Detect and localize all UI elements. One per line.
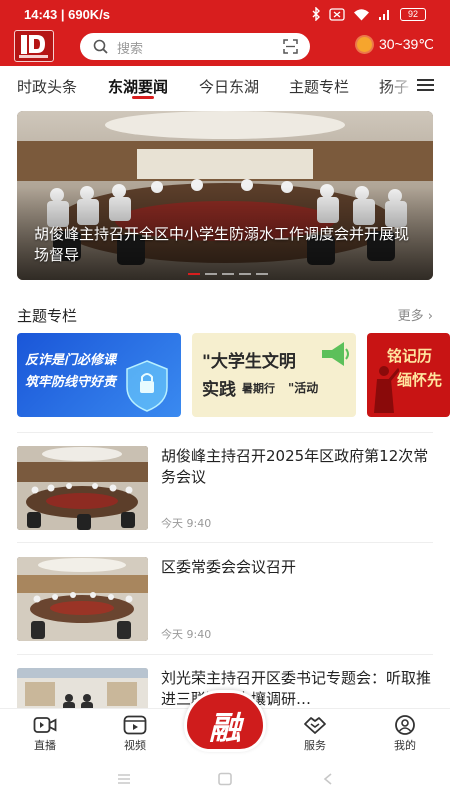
topic-card-line: 实践 (202, 380, 236, 400)
battery-indicator: 92 (400, 7, 426, 21)
news-title: 区委常委会会议召开 (161, 558, 297, 576)
news-thumbnail (17, 557, 148, 641)
app-logo[interactable] (14, 30, 54, 62)
handshake-icon (304, 717, 326, 734)
news-title: 胡俊峰主持召开2025年区政府第12次常务会议 (161, 447, 429, 486)
headline-banner[interactable]: 胡俊峰主持召开全区中小学生防溺水工作调度会并开展现场督导 (17, 111, 433, 280)
topic-card-line: "活动 (288, 381, 319, 395)
news-time: 今天 9:40 (161, 517, 212, 530)
chevron-right-icon: › (427, 309, 433, 324)
tab-today-donghu[interactable]: 今日东湖 (199, 76, 259, 97)
nav-live[interactable]: 直播 (20, 715, 70, 753)
divider (17, 542, 433, 543)
tab-donghu-news[interactable]: 东湖要闻 (108, 76, 168, 97)
topic-card-college-practice[interactable]: "大学生文明 实践 暑期行 "活动 (192, 333, 356, 417)
topic-card-remember-history[interactable]: 铭记历 缅怀先 (367, 333, 450, 417)
carousel-dot (256, 273, 268, 275)
nav-label: 我的 (394, 739, 416, 752)
status-bar: 14:43 | 690K/s 92 (0, 0, 450, 30)
news-thumbnail (17, 446, 148, 530)
nav-label: 视频 (124, 739, 146, 752)
news-item[interactable]: 胡俊峰主持召开2025年区政府第12次常务会议 今天 9:40 (17, 446, 433, 540)
divider (17, 432, 433, 433)
mute-icon (329, 7, 345, 21)
news-item[interactable]: 区委常委会会议召开 今天 9:40 (17, 557, 433, 651)
carousel-dot (222, 273, 234, 275)
tab-politics-headlines[interactable]: 时政头条 (17, 76, 77, 97)
weather-temperature: 30~39℃ (378, 36, 434, 52)
topic-card-line: 筑牢防线守好责 (25, 375, 117, 390)
carousel-dot (205, 273, 217, 275)
nav-label: 服务 (304, 739, 326, 752)
more-link[interactable]: 更多 › (398, 305, 433, 324)
topic-card-line: 反诈是门必修课 (25, 353, 117, 368)
soldier-statue-icon (374, 366, 399, 413)
search-placeholder: 搜索 (117, 42, 144, 57)
search-icon (93, 39, 108, 54)
megaphone-icon (322, 342, 349, 366)
live-camera-icon (33, 717, 57, 733)
more-label: 更多 (397, 309, 424, 324)
carousel-dot (239, 273, 251, 275)
nav-mine[interactable]: 我的 (380, 715, 430, 753)
bluetooth-icon (312, 7, 320, 21)
recent-apps-icon[interactable] (116, 772, 132, 786)
meeting-photo (17, 557, 148, 641)
section-title-topics: 主题专栏 (17, 307, 78, 325)
meeting-photo (17, 446, 148, 530)
status-time-speed: 14:43 | 690K/s (24, 7, 111, 22)
tab-fade (386, 66, 416, 104)
nav-video[interactable]: 视频 (110, 715, 160, 753)
home-icon[interactable] (217, 772, 233, 786)
video-play-icon (123, 715, 147, 735)
channel-tabs: 时政头条 东湖要闻 今日东湖 主题专栏 扬子 (0, 66, 450, 104)
scan-icon[interactable] (283, 39, 298, 54)
fusion-label: 融 (208, 709, 241, 747)
topic-card-line: 缅怀先 (397, 371, 443, 389)
logo-mark-icon (19, 35, 48, 58)
user-icon (395, 715, 415, 735)
search-bar[interactable]: 搜索 (80, 33, 310, 60)
sun-icon (356, 37, 372, 52)
menu-icon[interactable] (417, 78, 434, 92)
carousel-dot (188, 273, 200, 275)
banner-caption: 胡俊峰主持召开全区中小学生防溺水工作调度会并开展现场督导 (34, 225, 410, 264)
shield-graphic-icon (126, 360, 168, 412)
active-tab-indicator (132, 96, 154, 99)
divider (17, 654, 433, 655)
signal-icon (379, 9, 389, 20)
fusion-center-button[interactable]: 融 (184, 690, 266, 752)
tab-topics[interactable]: 主题专栏 (289, 76, 349, 97)
weather-widget[interactable]: 30~39℃ (356, 36, 434, 53)
topic-card-anti-fraud[interactable]: 反诈是门必修课 筑牢防线守好责 (17, 333, 181, 417)
nav-service[interactable]: 服务 (290, 715, 340, 753)
carousel-dots (188, 273, 268, 275)
news-time: 今天 9:40 (161, 628, 212, 641)
wifi-icon (354, 8, 369, 20)
topic-card-line: 暑期行 (242, 382, 275, 395)
app-header: 14:43 | 690K/s 92 搜索 30~39℃ (0, 0, 450, 66)
back-icon[interactable] (320, 772, 336, 786)
system-navigation-bar (0, 760, 450, 800)
topic-card-line: "大学生文明 (202, 352, 296, 372)
nav-label: 直播 (34, 739, 56, 752)
status-icons: 92 (312, 7, 426, 21)
